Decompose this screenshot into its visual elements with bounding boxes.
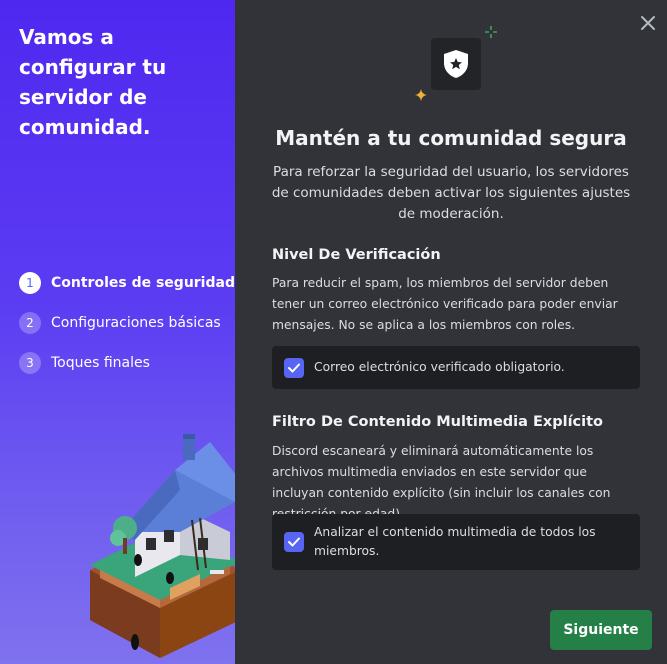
check-icon: [288, 363, 300, 372]
setup-content: Mantén a tu comunidad segura Para reforz…: [235, 0, 667, 664]
hero-badge: [431, 38, 481, 90]
close-icon: [641, 16, 655, 30]
step-final-touches: 3 Toques finales: [19, 352, 235, 374]
page-subtitle: Para reforzar la seguridad del usuario, …: [271, 164, 631, 222]
checkbox-label: Analizar el contenido multimedia de todo…: [314, 525, 596, 558]
content-filter-description: Discord escaneará y eliminará automática…: [272, 444, 611, 521]
sparkle-icon: [485, 26, 497, 38]
close-button[interactable]: [635, 10, 661, 36]
checkbox-checked[interactable]: [284, 532, 304, 552]
step-basic-settings: 2 Configuraciones básicas: [19, 312, 235, 334]
community-house-illustration: [90, 434, 235, 658]
checkbox-checked[interactable]: [284, 357, 304, 378]
content-filter-title: Filtro De Contenido Multimedia Explícito: [272, 414, 604, 430]
check-icon: [288, 537, 300, 547]
verification-title: Nivel De Verificación: [272, 247, 441, 263]
verified-email-checkbox[interactable]: Correo electrónico verificado obligatori…: [272, 346, 640, 389]
step-number: 1: [19, 272, 41, 294]
shield-star-icon: [444, 50, 468, 78]
community-setup-modal: Vamos a configurar tu servidor de comuni…: [0, 0, 667, 664]
step-label: Configuraciones básicas: [51, 315, 221, 331]
step-number: 3: [19, 352, 41, 374]
step-security-controls: 1 Controles de seguridad: [19, 272, 235, 294]
page-title: Mantén a tu comunidad segura: [275, 126, 627, 150]
scan-media-checkbox[interactable]: Analizar el contenido multimedia de todo…: [272, 514, 640, 570]
step-label: Controles de seguridad: [51, 275, 235, 291]
step-label: Toques finales: [51, 355, 150, 371]
checkbox-label: Correo electrónico verificado obligatori…: [314, 360, 565, 374]
setup-steps: 1 Controles de seguridad 2 Configuracion…: [19, 272, 235, 392]
setup-sidebar: Vamos a configurar tu servidor de comuni…: [0, 0, 235, 664]
verification-description: Para reducir el spam, los miembros del s…: [272, 276, 618, 332]
next-button[interactable]: Siguiente: [550, 610, 652, 650]
step-number: 2: [19, 312, 41, 334]
sparkle-icon: [415, 89, 427, 101]
sidebar-title: Vamos a configurar tu servidor de comuni…: [19, 25, 167, 139]
